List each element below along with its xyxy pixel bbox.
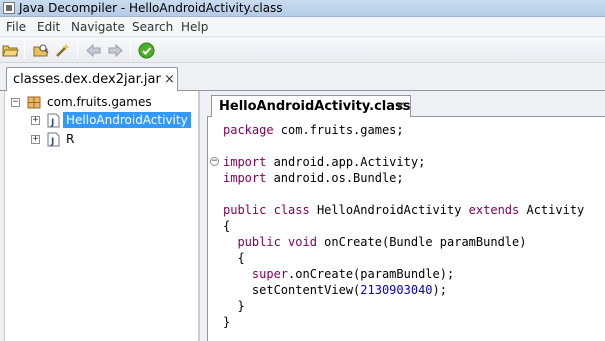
fold-icon[interactable]: − (210, 157, 219, 166)
editor-tab-bar: HelloAndroidActivity.class × (207, 91, 605, 118)
code-keyword: import (223, 171, 267, 185)
menu-file[interactable]: File (6, 20, 26, 34)
menu-edit[interactable]: Edit (37, 20, 60, 34)
code-keyword: import (223, 155, 267, 169)
code-text: ); (432, 283, 447, 297)
java-file-icon: J (47, 113, 60, 131)
tree-item-class[interactable]: + J HelloAndroidActivity (5, 112, 195, 129)
open-folder-icon[interactable] (2, 42, 19, 59)
code-keyword: package (223, 123, 274, 137)
package-icon (27, 96, 41, 112)
svg-text:J: J (50, 137, 54, 147)
tree-item-package[interactable]: − com.fruits.games (5, 94, 195, 111)
menu-help[interactable]: Help (181, 20, 208, 34)
menu-navigate[interactable]: Navigate (71, 20, 125, 34)
tab-classes-jar[interactable]: classes.dex.dex2jar.jar × (6, 67, 178, 92)
code-text: } (223, 315, 231, 329)
expand-icon[interactable]: + (31, 135, 40, 144)
toolbar-separator (77, 42, 78, 59)
code-keyword: super (251, 267, 289, 281)
code-text: .onCreate(paramBundle); (288, 267, 455, 281)
code-line: package com.fruits.games; (223, 122, 404, 138)
window-title: Java Decompiler - HelloAndroidActivity.c… (19, 1, 283, 15)
open-type-icon[interactable] (32, 42, 49, 59)
code-line: } (223, 298, 245, 314)
app-icon (3, 2, 15, 14)
panel-splitter[interactable] (199, 91, 207, 341)
code-line: super.onCreate(paramBundle); (223, 266, 454, 282)
wand-icon[interactable] (54, 42, 71, 59)
code-text: } (223, 299, 245, 313)
code-text: HelloAndroidActivity (309, 203, 469, 217)
check-icon[interactable] (138, 42, 155, 59)
tab-hello-android-activity[interactable]: HelloAndroidActivity.class × (211, 95, 411, 118)
tab-label: classes.dex.dex2jar.jar (13, 72, 161, 87)
tree-item-class[interactable]: + J R (5, 131, 195, 148)
tree-item-label: HelloAndroidActivity (63, 112, 191, 128)
source-code-view[interactable]: − package com.fruits.games; import androi… (207, 117, 605, 341)
close-icon[interactable]: × (164, 73, 175, 86)
tree-item-label: com.fruits.games (47, 95, 152, 109)
close-icon[interactable]: × (395, 100, 406, 113)
code-keyword: class (273, 203, 310, 217)
code-keyword: public (223, 203, 267, 217)
code-text: com.fruits.games; (273, 123, 404, 137)
code-text: { (223, 219, 231, 233)
code-text: { (223, 251, 245, 265)
toolbar-separator (24, 42, 25, 59)
code-line: import android.app.Activity; (223, 154, 425, 170)
code-line: setContentView(2130903040); (223, 282, 447, 298)
svg-text:J: J (50, 118, 54, 128)
code-number: 2130903040 (360, 283, 433, 297)
expand-icon[interactable]: + (31, 116, 40, 125)
toolbar (0, 38, 605, 63)
title-bar: Java Decompiler - HelloAndroidActivity.c… (0, 0, 605, 17)
code-line: { (223, 250, 245, 266)
code-line: public class HelloAndroidActivity extend… (223, 202, 584, 218)
tree-item-label: R (66, 132, 75, 146)
package-tree: − com.fruits.games + J HelloAndroidActiv… (4, 91, 199, 341)
collapse-icon[interactable]: − (11, 98, 20, 107)
code-text: onCreate(Bundle paramBundle) (316, 235, 527, 249)
file-tab-bar: classes.dex.dex2jar.jar × (0, 64, 605, 92)
tab-label: HelloAndroidActivity.class (219, 99, 411, 114)
code-line: import android.os.Bundle; (223, 170, 404, 186)
code-line: public void onCreate(Bundle paramBundle) (223, 234, 526, 250)
forward-arrow-icon[interactable] (107, 42, 124, 59)
editor-gutter: − (208, 117, 221, 341)
code-line: } (223, 314, 230, 330)
code-text: android.app.Activity; (266, 155, 426, 169)
code-keyword: void (288, 235, 317, 249)
back-arrow-icon[interactable] (85, 42, 102, 59)
code-line: { (223, 218, 230, 234)
code-keyword: extends (468, 203, 520, 217)
menu-search[interactable]: Search (132, 20, 173, 34)
code-text: setContentView( (223, 283, 361, 297)
menu-bar: File Edit Navigate Search Help (0, 17, 605, 37)
code-text: android.os.Bundle; (266, 171, 404, 185)
code-keyword: public (237, 235, 281, 249)
java-file-icon: J (47, 132, 60, 150)
code-text: Activity (519, 203, 585, 217)
toolbar-separator (130, 42, 131, 59)
